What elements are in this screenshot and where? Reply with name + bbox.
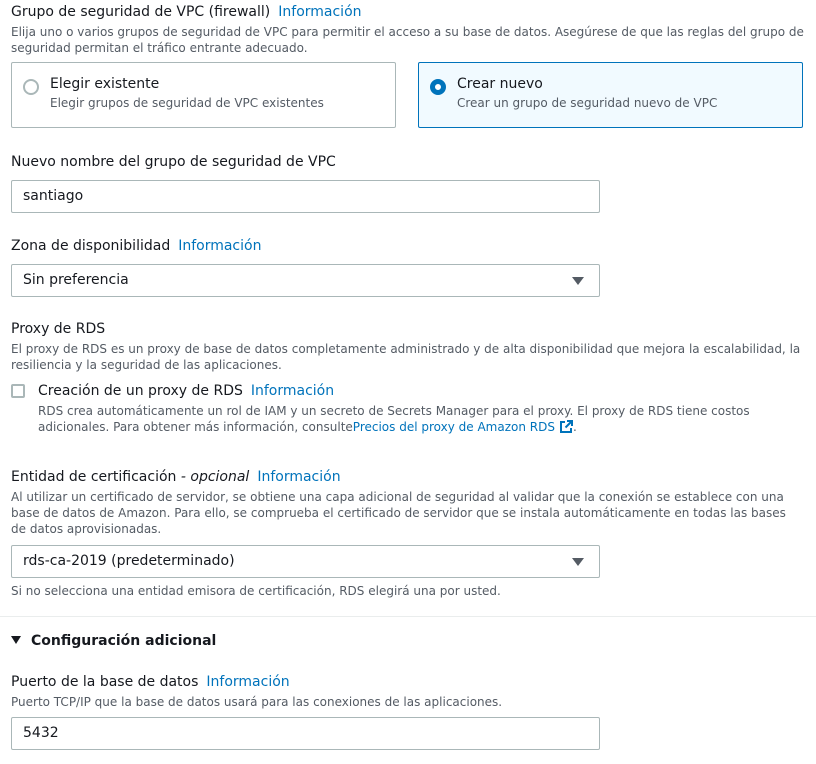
az-label: Zona de disponibilidad [11, 238, 171, 254]
az-info-link[interactable]: Información [178, 238, 261, 254]
az-select[interactable]: Sin preferencia [11, 264, 600, 297]
additional-config-title: Configuración adicional [31, 633, 217, 649]
port-label: Puerto de la base de datos [11, 674, 199, 690]
radio-existing-subtitle: Elegir grupos de seguridad de VPC existe… [50, 96, 324, 110]
caret-down-icon [572, 558, 584, 566]
rds-proxy-checkbox-heading: Creación de un proxy de RDS Información [38, 383, 334, 399]
cert-select-value: rds-ca-2019 (predeterminado) [23, 553, 235, 569]
vpc-sg-label: Grupo de seguridad de VPC (firewall) [11, 4, 271, 20]
new-sg-name-input[interactable]: santiago [11, 180, 600, 213]
az-heading: Zona de disponibilidad Información [11, 238, 261, 254]
az-select-value: Sin preferencia [23, 272, 129, 288]
rds-proxy-info-link[interactable]: Información [251, 383, 334, 399]
rds-proxy-checkbox-label[interactable]: Creación de un proxy de RDS [38, 383, 243, 399]
external-link-icon[interactable] [559, 420, 573, 434]
cert-hint: Si no selecciona una entidad emisora de … [11, 584, 501, 598]
port-input[interactable]: 5432 [11, 717, 600, 750]
section-divider [0, 616, 816, 617]
rds-proxy-label: Proxy de RDS [11, 321, 106, 337]
caret-down-icon [11, 636, 21, 644]
radio-create-new-subtitle: Crear un grupo de seguridad nuevo de VPC [457, 96, 718, 110]
radio-card-create-new[interactable]: Crear nuevo Crear un grupo de seguridad … [418, 62, 803, 128]
port-info-link[interactable]: Información [206, 674, 289, 690]
cert-info-link[interactable]: Información [257, 469, 340, 485]
radio-existing-title: Elegir existente [50, 76, 160, 92]
rds-proxy-checkbox-description: RDS crea automáticamente un rol de IAM y… [38, 403, 798, 435]
rds-proxy-description: El proxy de RDS es un proxy de base de d… [11, 342, 801, 372]
port-description: Puerto TCP/IP que la base de datos usará… [11, 695, 503, 709]
cert-optional-label: - opcional [180, 469, 250, 485]
radio-create-new[interactable] [430, 79, 446, 95]
additional-config-toggle[interactable]: Configuración adicional [11, 633, 216, 649]
caret-down-icon [572, 277, 584, 285]
cert-heading: Entidad de certificación - opcional Infor… [11, 469, 341, 485]
cert-label: Entidad de certificación [11, 469, 177, 485]
cert-select[interactable]: rds-ca-2019 (predeterminado) [11, 545, 600, 578]
cert-description: Al utilizar un certificado de servidor, … [11, 490, 786, 536]
rds-proxy-checkbox[interactable] [11, 384, 25, 398]
vpc-sg-heading: Grupo de seguridad de VPC (firewall) Info… [11, 4, 362, 20]
port-heading: Puerto de la base de datos Información [11, 674, 290, 690]
new-sg-name-label: Nuevo nombre del grupo de seguridad de V… [11, 154, 336, 170]
rds-proxy-after-link: . [572, 420, 577, 434]
vpc-sg-info-link[interactable]: Información [278, 4, 361, 20]
vpc-sg-description: Elija uno o varios grupos de seguridad d… [11, 25, 804, 55]
rds-proxy-pricing-link[interactable]: Precios del proxy de Amazon RDS [353, 420, 555, 434]
radio-create-new-title: Crear nuevo [457, 76, 543, 92]
radio-card-existing[interactable]: Elegir existente Elegir grupos de seguri… [11, 62, 396, 128]
radio-existing[interactable] [23, 79, 39, 95]
